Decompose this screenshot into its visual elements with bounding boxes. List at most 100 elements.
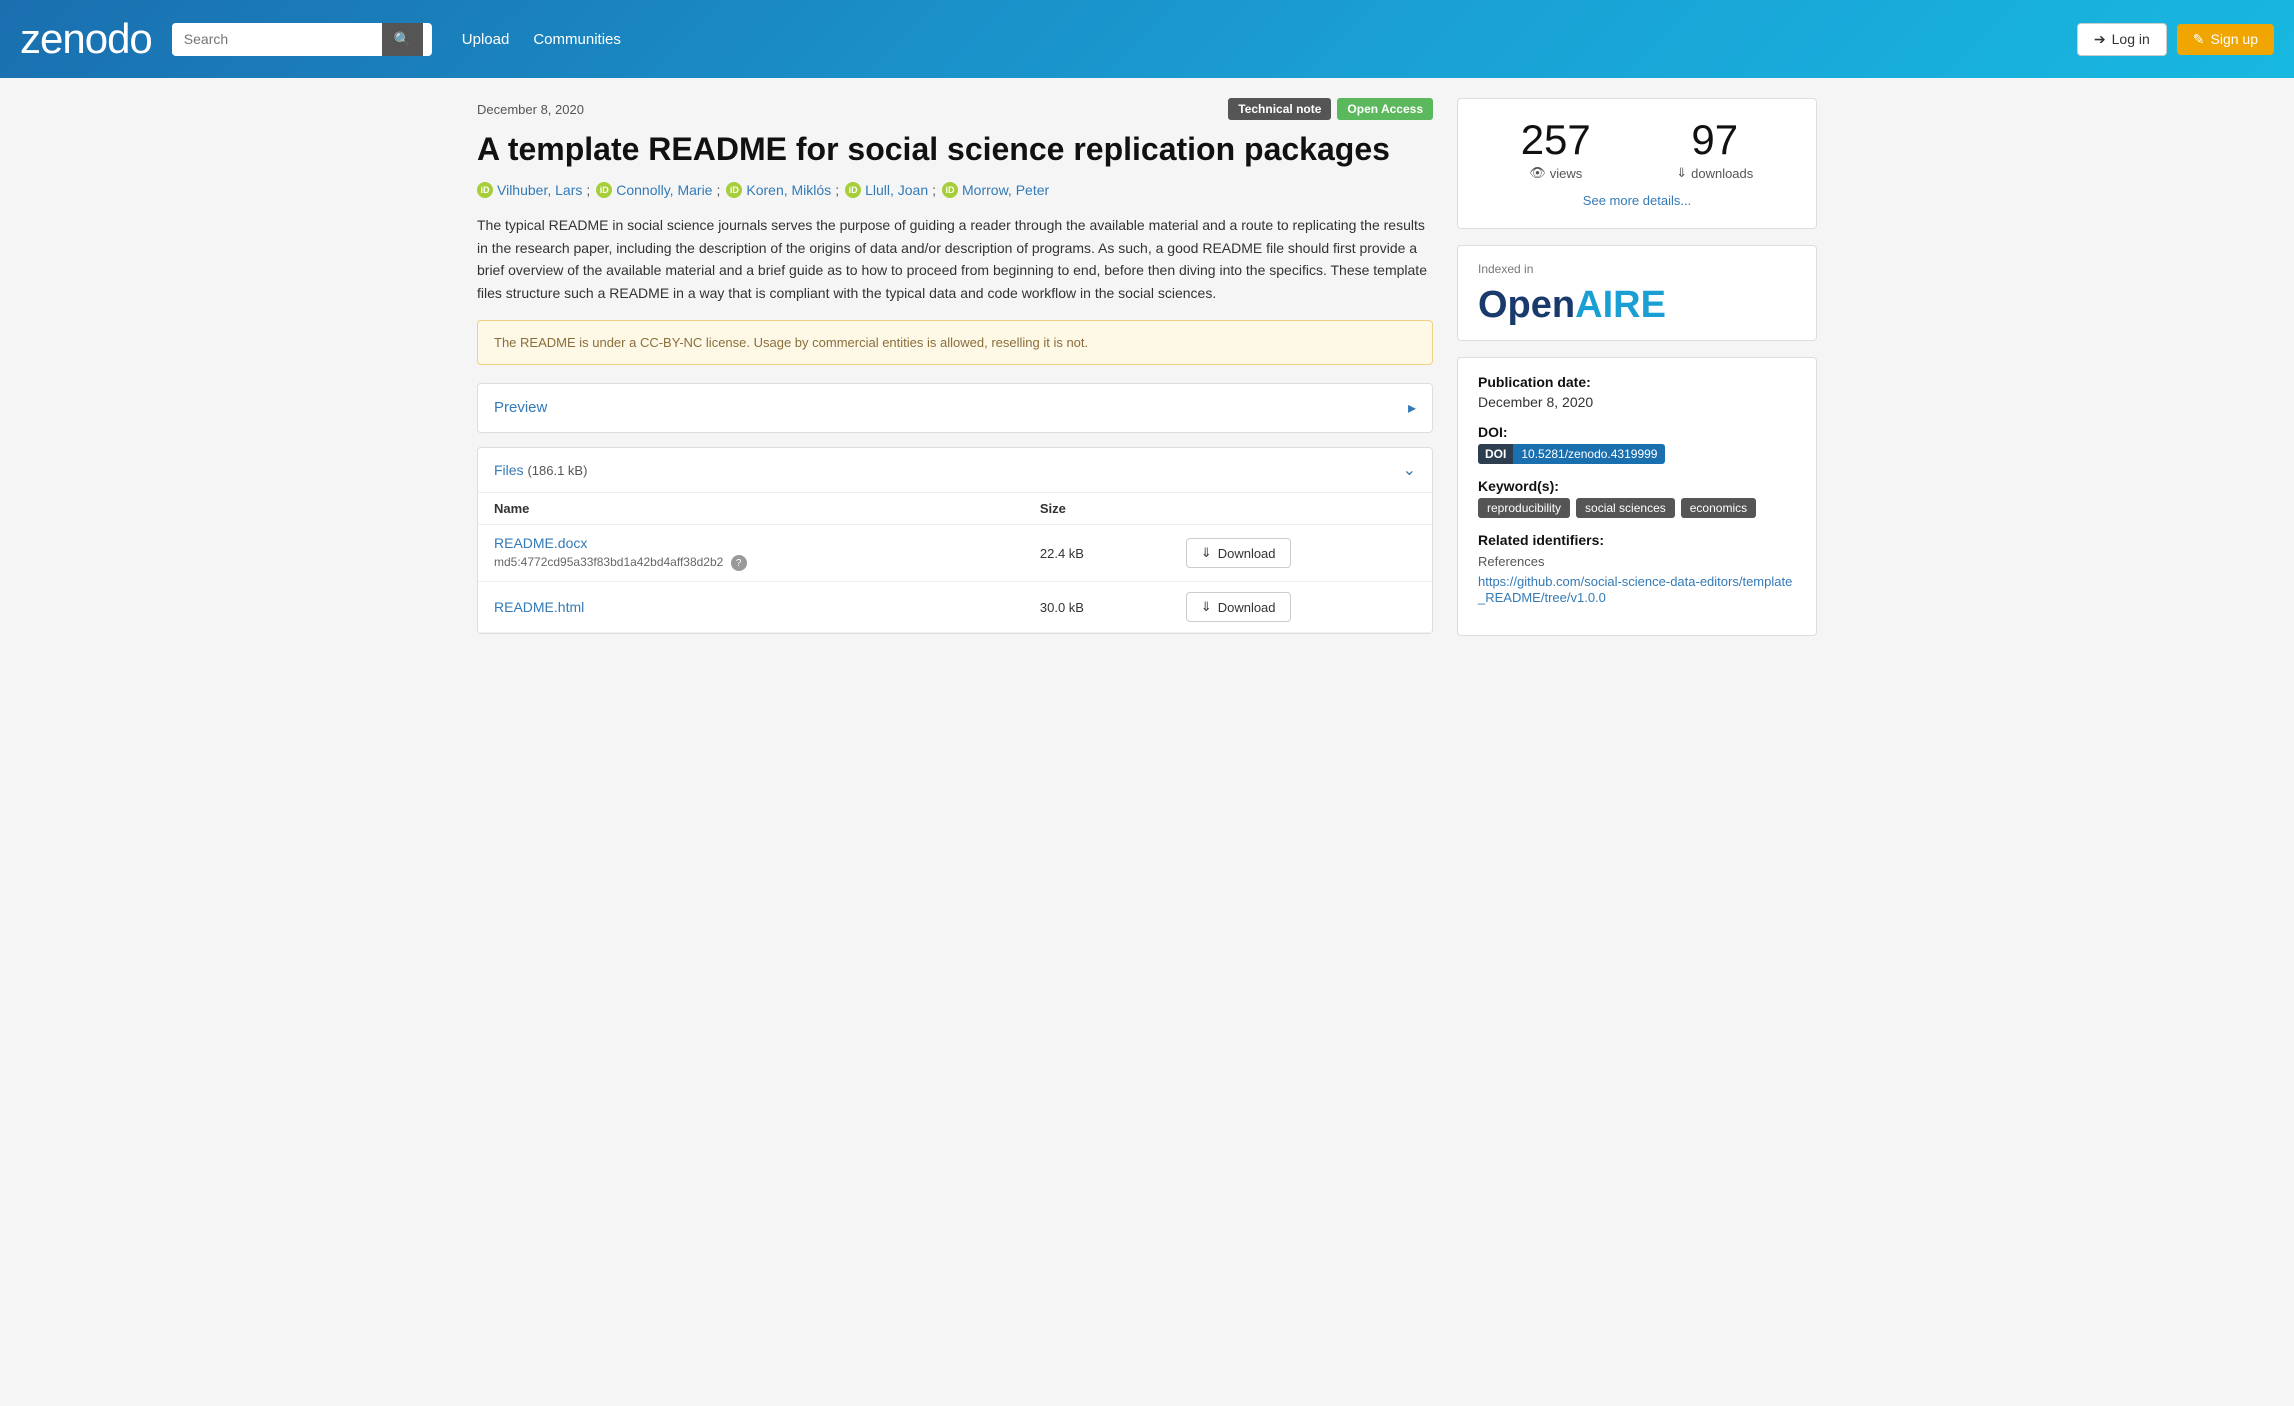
preview-toggle[interactable]: Preview ▸ bbox=[478, 384, 1432, 432]
views-count: 257 bbox=[1521, 119, 1591, 161]
search-input[interactable] bbox=[172, 23, 382, 55]
downloads-label: ⇓ downloads bbox=[1676, 165, 1753, 181]
downloads-count: 97 bbox=[1676, 119, 1753, 161]
see-more-link[interactable]: See more details... bbox=[1583, 193, 1691, 208]
search-container: 🔍 bbox=[172, 23, 432, 56]
author-vilhuber: iD Vilhuber, Lars ; bbox=[477, 182, 590, 198]
views-stat: 257 👁 views bbox=[1521, 119, 1591, 181]
author-name-4[interactable]: Morrow, Peter bbox=[962, 182, 1049, 198]
orcid-icon-0: iD bbox=[477, 182, 493, 198]
files-size: (186.1 kB) bbox=[527, 463, 587, 478]
author-name-3[interactable]: Llull, Joan bbox=[865, 182, 928, 198]
openaire-box: Indexed in OpenAIRE bbox=[1457, 245, 1817, 341]
hash-help-icon-0[interactable]: ? bbox=[731, 555, 747, 571]
site-header: zenodo 🔍 Upload Communities ➔ Log in ✎ S… bbox=[0, 0, 2294, 78]
meta-box: Publication date: December 8, 2020 DOI: … bbox=[1457, 357, 1817, 636]
article-description: The typical README in social science jou… bbox=[477, 214, 1433, 304]
related-link[interactable]: https://github.com/social-science-data-e… bbox=[1478, 574, 1792, 605]
orcid-icon-4: iD bbox=[942, 182, 958, 198]
orcid-icon-1: iD bbox=[596, 182, 612, 198]
file-name-cell: README.docx md5:4772cd95a33f83bd1a42bd4a… bbox=[478, 524, 1024, 582]
orcid-icon-2: iD bbox=[726, 182, 742, 198]
signup-button[interactable]: ✎ Sign up bbox=[2177, 24, 2274, 55]
doi-value: DOI 10.5281/zenodo.4319999 bbox=[1478, 444, 1796, 464]
badge-row: Technical note Open Access bbox=[1228, 98, 1433, 120]
file-link-0[interactable]: README.docx bbox=[494, 535, 587, 551]
files-section: Files (186.1 kB) ⌄ Name Size bbox=[477, 447, 1433, 635]
doi-field: DOI: DOI 10.5281/zenodo.4319999 bbox=[1478, 424, 1796, 464]
author-name-1[interactable]: Connolly, Marie bbox=[616, 182, 712, 198]
files-table-head: Name Size bbox=[478, 493, 1432, 525]
sidebar: 257 👁 views 97 ⇓ downloads See more deta… bbox=[1457, 98, 1817, 636]
doi-badge-label: DOI bbox=[1478, 444, 1513, 464]
openaire-aire-text: AIRE bbox=[1575, 284, 1666, 326]
nav-communities[interactable]: Communities bbox=[533, 31, 621, 48]
login-button[interactable]: ➔ Log in bbox=[2077, 23, 2167, 56]
see-more: See more details... bbox=[1478, 193, 1796, 208]
notice-box: The README is under a CC-BY-NC license. … bbox=[477, 320, 1433, 365]
main-nav: Upload Communities bbox=[462, 31, 621, 48]
search-button[interactable]: 🔍 bbox=[382, 23, 423, 56]
files-table: Name Size README.docx md5:4772cd95 bbox=[478, 493, 1432, 634]
related-field: Related identifiers: References https://… bbox=[1478, 532, 1796, 605]
download-button-1[interactable]: ⇓ Download bbox=[1186, 592, 1291, 622]
doi-number: 10.5281/zenodo.4319999 bbox=[1513, 444, 1665, 464]
login-icon: ➔ bbox=[2094, 31, 2106, 48]
date-badges-row: December 8, 2020 Technical note Open Acc… bbox=[477, 98, 1433, 120]
download-icon-0: ⇓ bbox=[1201, 545, 1212, 561]
eye-icon: 👁 bbox=[1529, 165, 1546, 181]
main-container: December 8, 2020 Technical note Open Acc… bbox=[457, 78, 1837, 656]
pub-date-label: Publication date: bbox=[1478, 374, 1796, 390]
publication-date: December 8, 2020 bbox=[477, 102, 584, 117]
files-label: Files bbox=[494, 462, 524, 478]
keyword-1[interactable]: social sciences bbox=[1576, 498, 1675, 518]
page-title: A template README for social science rep… bbox=[477, 130, 1433, 168]
nav-upload[interactable]: Upload bbox=[462, 31, 510, 48]
stats-box: 257 👁 views 97 ⇓ downloads See more deta… bbox=[1457, 98, 1817, 229]
author-koren: iD Koren, Miklós ; bbox=[726, 182, 839, 198]
doi-badge[interactable]: DOI 10.5281/zenodo.4319999 bbox=[1478, 444, 1665, 464]
pub-date-field: Publication date: December 8, 2020 bbox=[1478, 374, 1796, 410]
download-stat-icon: ⇓ bbox=[1676, 165, 1687, 181]
files-toggle[interactable]: Files (186.1 kB) ⌄ bbox=[478, 448, 1432, 493]
col-name: Name bbox=[478, 493, 1024, 525]
files-header-left: Files (186.1 kB) bbox=[494, 462, 587, 478]
file-link-1[interactable]: README.html bbox=[494, 599, 584, 615]
badge-technical: Technical note bbox=[1228, 98, 1331, 120]
openaire-logo: OpenAIRE bbox=[1478, 286, 1796, 324]
downloads-stat: 97 ⇓ downloads bbox=[1676, 119, 1753, 181]
author-connolly: iD Connolly, Marie ; bbox=[596, 182, 720, 198]
content-area: December 8, 2020 Technical note Open Acc… bbox=[477, 98, 1433, 636]
table-row: README.html 30.0 kB ⇓ Download bbox=[478, 582, 1432, 633]
indexed-label: Indexed in bbox=[1478, 262, 1796, 276]
openaire-open-text: Open bbox=[1478, 284, 1575, 326]
edit-icon: ✎ bbox=[2193, 31, 2205, 48]
file-actions-1: ⇓ Download bbox=[1170, 582, 1432, 633]
keyword-tags: reproducibility social sciences economic… bbox=[1478, 498, 1796, 518]
keywords-field: Keyword(s): reproducibility social scien… bbox=[1478, 478, 1796, 518]
author-morrow: iD Morrow, Peter bbox=[942, 182, 1049, 198]
chevron-right-icon: ▸ bbox=[1408, 398, 1416, 418]
pub-date-value: December 8, 2020 bbox=[1478, 394, 1796, 410]
keywords-label: Keyword(s): bbox=[1478, 478, 1796, 494]
keyword-2[interactable]: economics bbox=[1681, 498, 1756, 518]
col-size: Size bbox=[1024, 493, 1170, 525]
author-llull: iD Llull, Joan ; bbox=[845, 182, 936, 198]
authors-list: iD Vilhuber, Lars ; iD Connolly, Marie ;… bbox=[477, 182, 1433, 198]
download-button-0[interactable]: ⇓ Download bbox=[1186, 538, 1291, 568]
author-name-2[interactable]: Koren, Miklós bbox=[746, 182, 831, 198]
site-logo[interactable]: zenodo bbox=[20, 15, 152, 63]
badge-open-access: Open Access bbox=[1337, 98, 1433, 120]
related-label: Related identifiers: bbox=[1478, 532, 1796, 548]
file-size-0: 22.4 kB bbox=[1024, 524, 1170, 582]
download-icon-1: ⇓ bbox=[1201, 599, 1212, 615]
author-name-0[interactable]: Vilhuber, Lars bbox=[497, 182, 582, 198]
keyword-0[interactable]: reproducibility bbox=[1478, 498, 1570, 518]
file-actions-0: ⇓ Download bbox=[1170, 524, 1432, 582]
related-type: References bbox=[1478, 554, 1796, 569]
views-label: 👁 views bbox=[1521, 165, 1591, 181]
chevron-down-icon: ⌄ bbox=[1403, 460, 1416, 480]
doi-label: DOI: bbox=[1478, 424, 1796, 440]
preview-label: Preview bbox=[494, 399, 547, 416]
orcid-icon-3: iD bbox=[845, 182, 861, 198]
